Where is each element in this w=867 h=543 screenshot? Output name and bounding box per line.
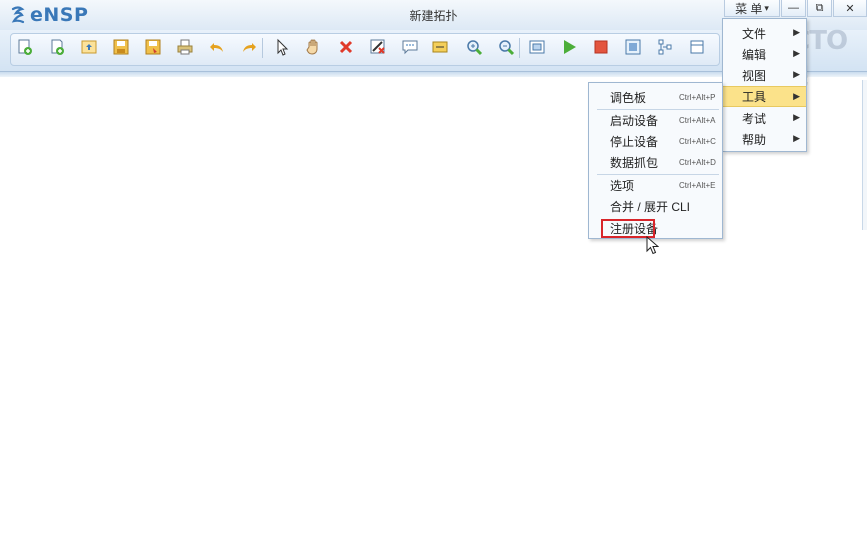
menu-item-label: 合并 / 展开 CLI [610,200,691,214]
menu-item-label: 帮助 [742,133,767,147]
menu-button[interactable]: 菜 单 ▾ [724,0,780,17]
submenu-arrow-icon: ▶ [793,48,800,58]
submenu-arrow-icon: ▶ [793,112,800,122]
redo-icon[interactable] [239,37,259,57]
submenu-arrow-icon: ▶ [793,27,800,37]
menu-item-palette[interactable]: 调色板 Ctrl+Alt+P [590,87,721,108]
menu-item-exam[interactable]: 考试 ▶ [723,108,806,129]
save-icon[interactable] [111,37,131,57]
close-icon: ✕ [845,2,855,15]
restore-icon: ⧉ [815,1,824,14]
menu-item-edit[interactable]: 编辑 ▶ [723,44,806,65]
shortcut-label: Ctrl+Alt+D [679,158,716,167]
chevron-down-icon: ▾ [764,2,769,13]
new-example-icon[interactable] [47,37,67,57]
menu-item-label: 停止设备 [610,135,659,149]
pan-hand-icon[interactable] [304,37,324,57]
menu-item-label: 工具 [742,90,767,104]
menu-item-help[interactable]: 帮助 ▶ [723,129,806,150]
minimize-icon: — [788,2,799,14]
menu-item-label: 文件 [742,27,767,41]
shortcut-label: Ctrl+Alt+C [679,137,716,146]
submenu-arrow-icon: ▶ [793,69,800,79]
toolbar-separator [519,38,520,58]
shortcut-label: Ctrl+Alt+E [679,181,716,190]
save-as-icon[interactable] [143,37,163,57]
tools-submenu: 调色板 Ctrl+Alt+P 启动设备 Ctrl+Alt+A 停止设备 Ctrl… [588,82,723,239]
menu-item-label: 编辑 [742,48,767,62]
select-pointer-icon[interactable] [272,37,292,57]
menu-item-label: 数据抓包 [610,156,659,170]
delete-connection-icon[interactable] [368,37,388,57]
menu-item-view[interactable]: 视图 ▶ [723,65,806,86]
menu-item-options[interactable]: 选项 Ctrl+Alt+E [590,175,721,196]
close-button[interactable]: ✕ [833,0,867,17]
delete-icon[interactable] [336,37,356,57]
zoom-out-icon[interactable] [496,37,516,57]
menu-item-file[interactable]: 文件 ▶ [723,23,806,44]
menu-item-packet-capture[interactable]: 数据抓包 Ctrl+Alt+D [590,152,721,173]
mouse-cursor-icon [646,236,659,255]
capture-icon[interactable] [623,37,643,57]
menu-item-start-device[interactable]: 启动设备 Ctrl+Alt+A [590,110,721,131]
zoom-in-icon[interactable] [464,37,484,57]
submenu-arrow-icon: ▶ [793,91,800,101]
menu-item-label: 调色板 [610,91,647,105]
toolbar-separator [262,38,263,58]
rectangle-icon[interactable] [430,37,450,57]
right-panel-strip[interactable] [862,80,867,230]
open-icon[interactable] [79,37,99,57]
menu-button-label: 菜 单 [735,1,763,16]
topology-icon[interactable] [655,37,675,57]
menu-item-label: 启动设备 [610,114,659,128]
print-icon[interactable] [175,37,195,57]
menu-item-stop-device[interactable]: 停止设备 Ctrl+Alt+C [590,131,721,152]
menu-item-label: 视图 [742,69,767,83]
menu-item-tools[interactable]: 工具 ▶ [723,86,806,107]
panel-icon[interactable] [687,37,707,57]
submenu-arrow-icon: ▶ [793,133,800,143]
menu-item-label: 考试 [742,112,767,126]
menu-item-label: 选项 [610,179,635,193]
restore-button[interactable]: ⧉ [807,0,832,17]
text-comment-icon[interactable] [400,37,420,57]
shortcut-label: Ctrl+Alt+P [679,93,716,102]
stop-device-icon[interactable] [591,37,611,57]
shortcut-label: Ctrl+Alt+A [679,116,716,125]
main-menu-dropdown: 文件 ▶ 编辑 ▶ 视图 ▶ 工具 ▶ 考试 ▶ 帮助 ▶ [722,18,807,152]
undo-icon[interactable] [207,37,227,57]
minimize-button[interactable]: — [781,0,806,17]
menu-item-merge-cli[interactable]: 合并 / 展开 CLI [590,196,721,217]
start-device-icon[interactable] [559,37,579,57]
new-topology-icon[interactable] [15,37,35,57]
fit-view-icon[interactable] [527,37,547,57]
